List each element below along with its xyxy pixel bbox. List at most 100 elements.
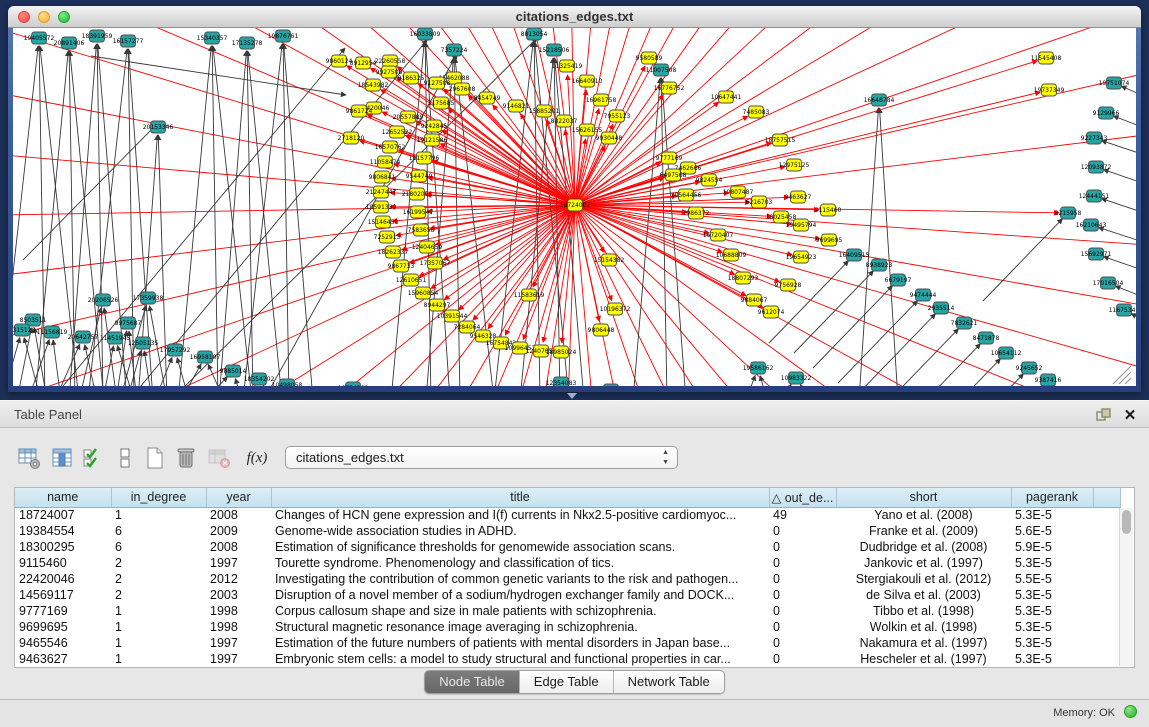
cell-out_de...[interactable]: 0 [769,619,836,635]
table-row[interactable]: 911546021997Tourette syndrome. Phenomeno… [15,555,1120,571]
graph-node[interactable]: 9756928 [775,279,802,291]
graph-node[interactable]: 9806841 [369,171,396,183]
cell-out_de...[interactable]: 0 [769,555,836,571]
cell-year[interactable]: 1998 [206,619,271,635]
cell-title[interactable]: Corpus callosum shape and size in male p… [271,603,769,619]
function-builder-icon[interactable]: f(x) [242,442,272,474]
cell-out_de...[interactable]: 49 [769,507,836,523]
graph-node[interactable]: 11325419 [552,60,583,72]
cell-year[interactable]: 2012 [206,571,271,587]
graph-node[interactable]: 9612074 [758,306,785,318]
graph-node[interactable]: 7357224 [441,44,468,56]
graph-node[interactable]: 11545408 [1031,52,1062,64]
cell-name[interactable]: 9777169 [15,603,111,619]
graph-node[interactable]: 22260558 [375,55,406,67]
graph-node[interactable]: 17359938 [133,292,164,304]
cell-pagerank[interactable]: 5.3E-5 [1011,619,1093,635]
cell-short[interactable]: de Silva et al. (2003) [836,587,1011,603]
graph-node[interactable]: 11583619 [514,289,545,301]
graph-node[interactable]: 8215958 [1055,207,1082,219]
cell-title[interactable]: Embryonic stem cells: a model to study s… [271,651,769,667]
graph-node[interactable]: 8813054 [521,28,548,40]
graph-node[interactable]: 19751074 [1099,77,1130,89]
cell-out_de...[interactable]: 0 [769,571,836,587]
cell-in_degree[interactable]: 2 [111,555,206,571]
graph-node[interactable]: 18354202 [244,373,275,385]
column-header-name[interactable]: name [15,488,111,507]
graph-node[interactable]: 2967608 [449,83,476,95]
cell-pagerank[interactable]: 5.5E-5 [1011,571,1093,587]
table-mode-icon[interactable] [14,442,44,474]
graph-node[interactable]: 19876761 [268,30,299,42]
cell-short[interactable]: Yano et al. (2008) [836,507,1011,523]
graph-node[interactable]: 17957292 [160,344,191,356]
cell-pagerank[interactable]: 5.3E-5 [1011,651,1093,667]
cell-filler[interactable] [1093,555,1120,571]
canvas-resize-grip-icon[interactable] [1113,366,1131,384]
table-header-row[interactable]: namein_degreeyeartitle△ out_de...shortpa… [15,488,1120,507]
graph-node[interactable]: 18262337 [378,246,409,258]
cell-short[interactable]: Nakamura et al. (1997) [836,635,1011,651]
graph-node[interactable]: 7832621 [951,317,978,329]
graph-node[interactable]: 10391544 [437,310,468,322]
cell-name[interactable]: 22420046 [15,571,111,587]
close-panel-icon[interactable]: ✕ [1121,406,1139,424]
cell-year[interactable]: 1997 [206,651,271,667]
graph-node[interactable]: 10196372 [600,303,631,315]
graph-node[interactable]: 9245652 [1016,362,1043,374]
table-row[interactable]: 2242004622012Investigating the contribut… [15,571,1120,587]
cell-out_de...[interactable]: 0 [769,539,836,555]
graph-node[interactable]: 16961758 [586,94,617,106]
cell-in_degree[interactable]: 1 [111,619,206,635]
column-header-in_degree[interactable]: in_degree [111,488,206,507]
table-scrollbar[interactable] [1119,508,1133,666]
network-canvas[interactable]: 1940557220891406183919591615727715340357… [13,28,1136,386]
graph-node[interactable]: 20153346 [143,121,174,133]
graph-node[interactable]: 9115460 [815,204,842,216]
graph-node[interactable]: 12975125 [779,159,810,171]
cell-name[interactable]: 14569117 [15,587,111,603]
cell-pagerank[interactable]: 5.3E-5 [1011,555,1093,571]
graph-node[interactable]: 20206526 [88,294,119,306]
graph-node[interactable]: 16409515 [839,249,870,261]
cell-name[interactable]: 18300295 [15,539,111,555]
cell-filler[interactable] [1093,619,1120,635]
cell-in_degree[interactable]: 2 [111,587,206,603]
cell-year[interactable]: 1998 [206,603,271,619]
graph-node[interactable]: 9387416 [1035,374,1062,386]
graph-node[interactable]: 21247447 [366,186,397,198]
cell-year[interactable]: 2008 [206,539,271,555]
cell-filler[interactable] [1093,587,1120,603]
cell-filler[interactable] [1093,635,1120,651]
delete-column-icon[interactable] [171,442,201,474]
cell-pagerank[interactable]: 5.3E-5 [1011,507,1093,523]
cell-in_degree[interactable]: 1 [111,651,206,667]
network-nodes[interactable]: 1940557220891406183919591615727715340357… [13,28,1136,386]
graph-node[interactable]: 12610651 [396,274,427,286]
graph-node[interactable]: 20557889 [393,111,424,123]
cell-title[interactable]: Genome-wide association studies in ADHD. [271,523,769,539]
table-row[interactable]: 1938455462009Genome-wide association stu… [15,523,1120,539]
graph-node[interactable]: 19654923 [786,251,817,263]
column-header-year[interactable]: year [206,488,271,507]
graph-node[interactable]: 9474444 [910,289,937,301]
tab-network-table[interactable]: Network Table [614,671,724,693]
graph-node[interactable]: 9860124 [326,55,353,67]
cell-name[interactable]: 9115460 [15,555,111,571]
float-panel-icon[interactable] [1095,406,1113,424]
table-body[interactable]: 1872400712008Changes of HCN gene express… [15,507,1120,667]
cell-title[interactable]: Structural magnetic resonance image aver… [271,619,769,635]
network-window[interactable]: citations_edges.txt 19405572208914061839… [8,6,1141,392]
graph-node[interactable]: 18391959 [82,30,113,42]
graph-node[interactable]: 9129966 [1093,107,1120,119]
cell-out_de...[interactable]: 0 [769,635,836,651]
graph-node[interactable]: 10498058 [272,379,303,386]
cell-in_degree[interactable]: 1 [111,507,206,523]
table-row[interactable]: 946554611997Estimation of the future num… [15,635,1120,651]
cell-out_de...[interactable]: 0 [769,651,836,667]
table-row[interactable]: 1872400712008Changes of HCN gene express… [15,507,1120,523]
graph-node[interactable]: 12444151 [1079,190,1110,202]
row-height-icon[interactable] [110,442,140,474]
graph-node[interactable]: 2935514 [928,302,955,314]
cell-in_degree[interactable]: 6 [111,523,206,539]
